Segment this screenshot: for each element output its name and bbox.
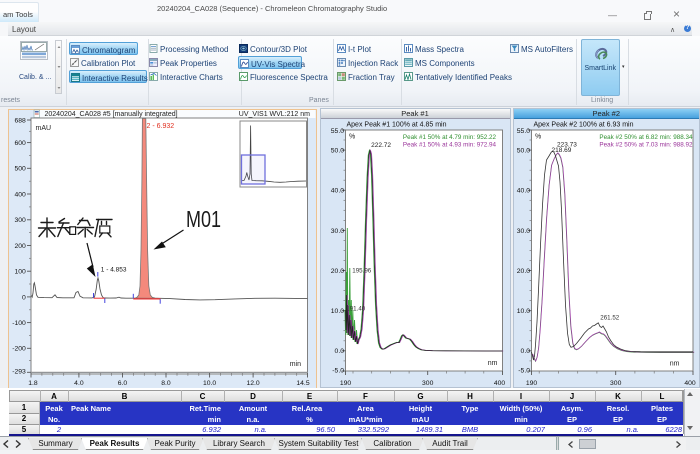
svg-text:Peak #1 50% at 4.79 min: 952.2: Peak #1 50% at 4.79 min: 952.22	[402, 134, 496, 141]
svg-text:300: 300	[610, 380, 622, 387]
svg-text:500: 500	[14, 166, 26, 173]
svg-text:0.0: 0.0	[520, 348, 530, 355]
svg-text:300: 300	[14, 217, 26, 224]
svg-text:222.72: 222.72	[371, 142, 391, 149]
svg-text:10.0: 10.0	[203, 380, 216, 387]
svg-text:20.0: 20.0	[330, 268, 343, 275]
svg-text:40.0: 40.0	[330, 188, 343, 195]
svg-text:20240204_CA028 #5 [manually in: 20240204_CA028 #5 [manually integrated]	[45, 111, 178, 118]
svg-text:4.0: 4.0	[74, 380, 84, 387]
svg-text:30.0: 30.0	[516, 228, 529, 235]
svg-text:-5.0: -5.0	[332, 368, 344, 375]
svg-text:min: min	[290, 361, 301, 368]
svg-text:mAU: mAU	[36, 125, 52, 132]
svg-text:190: 190	[525, 380, 537, 387]
svg-text:0: 0	[22, 294, 26, 301]
svg-text:%: %	[535, 134, 541, 141]
svg-text:1 - 4.853: 1 - 4.853	[101, 267, 127, 274]
svg-text:191.40: 191.40	[346, 306, 365, 313]
svg-text:Peak #1 50% at 4.93 min: 972.9: Peak #1 50% at 4.93 min: 972.94	[402, 142, 496, 149]
svg-text:12.0: 12.0	[246, 380, 259, 387]
svg-text:200: 200	[14, 243, 26, 250]
svg-text:Apex Peak #1 100% at 4.85 min: Apex Peak #1 100% at 4.85 min	[346, 121, 446, 128]
svg-text:20.0: 20.0	[516, 268, 529, 275]
svg-text:nm: nm	[487, 360, 497, 367]
svg-text:-200: -200	[12, 346, 26, 353]
svg-text:0.0: 0.0	[334, 348, 344, 355]
svg-text:nm: nm	[669, 361, 679, 368]
svg-text:190: 190	[339, 380, 351, 387]
svg-text:400: 400	[493, 380, 505, 387]
svg-text:8.0: 8.0	[161, 380, 171, 387]
svg-text:100: 100	[14, 269, 26, 276]
svg-text:Peak #2 50% at 6.82 min: 988.3: Peak #2 50% at 6.82 min: 988.34	[599, 134, 693, 141]
svg-text:688: 688	[14, 117, 26, 124]
svg-text:55.0: 55.0	[516, 128, 529, 135]
svg-text:14.5: 14.5	[296, 380, 309, 387]
svg-text:400: 400	[14, 191, 26, 198]
svg-text:M01: M01	[186, 206, 221, 232]
svg-text:%: %	[349, 134, 355, 141]
svg-text:UV_VIS1 WVL:212 nm: UV_VIS1 WVL:212 nm	[239, 111, 310, 118]
svg-text:10.0: 10.0	[330, 308, 343, 315]
svg-text:2 - 6.932: 2 - 6.932	[147, 123, 175, 130]
svg-text:55.0: 55.0	[330, 128, 343, 135]
svg-text:-100: -100	[12, 320, 26, 327]
svg-text:Apex Peak #2 100% at 6.93 min: Apex Peak #2 100% at 6.93 min	[533, 121, 633, 128]
svg-text:-5.0: -5.0	[518, 368, 530, 375]
svg-text:10.0: 10.0	[516, 308, 529, 315]
svg-text:6.0: 6.0	[118, 380, 128, 387]
svg-text:195.96: 195.96	[352, 268, 371, 275]
svg-text:-293: -293	[12, 369, 26, 376]
svg-text:50.0: 50.0	[330, 148, 343, 155]
svg-text:1.8: 1.8	[28, 380, 38, 387]
svg-text:300: 300	[422, 380, 434, 387]
svg-text:30.0: 30.0	[330, 228, 343, 235]
svg-text:600: 600	[14, 140, 26, 147]
svg-text:50.0: 50.0	[516, 148, 529, 155]
svg-text:261.52: 261.52	[600, 315, 619, 322]
svg-text:Peak #2 50% at 7.03 min: 988.9: Peak #2 50% at 7.03 min: 988.92	[599, 142, 693, 149]
svg-text:40.0: 40.0	[516, 188, 529, 195]
svg-text:400: 400	[684, 380, 696, 387]
